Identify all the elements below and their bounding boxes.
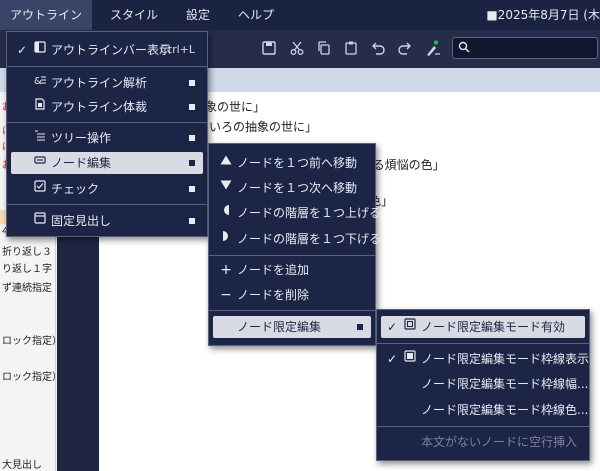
menu-item-lower-node-level[interactable]: ノードの階層を１つ下げる [213, 228, 381, 250]
outline-text: ず連続指定 [2, 283, 52, 294]
triangle-up-icon [219, 152, 233, 174]
plus-icon: + [220, 262, 232, 278]
menu-item-outline-analysis[interactable]: & アウトライン解析 [11, 72, 203, 94]
menu-item-node-limited-edit[interactable]: ノード限定編集 [213, 316, 371, 338]
outline-menu: ✓ アウトラインバー表示 Ctrl+L & アウトライン解析 アウトライン体裁 … [6, 31, 208, 237]
menu-item-move-node-down[interactable]: ノードを１つ次へ移動 [213, 177, 371, 199]
menu-item-limited-edit-mode[interactable]: ✓ ノード限定編集モード有効 [381, 316, 585, 338]
menu-item-insert-blank-line: 本文がないノードに空行挿入 [421, 435, 578, 449]
menu-item-add-node[interactable]: + ノードを追加 [213, 259, 371, 281]
proofread-icon[interactable] [424, 40, 442, 58]
menu-item-raise-node-level[interactable]: ノードの階層を１つ上げる [213, 202, 381, 224]
minus-icon: − [220, 287, 232, 303]
menu-settings[interactable]: 設定 [176, 0, 220, 30]
submenu-indicator [189, 135, 195, 141]
menu-help[interactable]: ヘルプ [228, 0, 284, 30]
submenu-indicator [357, 324, 363, 330]
menu-outline[interactable]: アウトライン [0, 0, 93, 30]
menu-item-check[interactable]: チェック [11, 178, 203, 200]
triangle-down-icon [219, 177, 233, 199]
submenu-indicator [189, 218, 195, 224]
check-icon: ✓ [386, 352, 398, 366]
menu-item-fixed-heading[interactable]: 固定見出し [11, 210, 203, 232]
mode-icon [403, 316, 417, 338]
menu-item-show-frame[interactable]: ✓ ノード限定編集モード枠線表示 [381, 348, 589, 370]
submenu-indicator [189, 104, 195, 110]
menubar: アウトライン スタイル 設定 ヘルプ ■2025年8月7日 (木 [0, 0, 600, 30]
node-edit-submenu: ノードを１つ前へ移動 ノードを１つ次へ移動 ノードの階層を１つ上げる ノードの階… [208, 143, 381, 346]
paste-icon[interactable] [342, 40, 360, 58]
redo-icon[interactable] [396, 40, 414, 58]
document-icon [33, 96, 47, 118]
checkbox-icon [33, 178, 47, 200]
search-icon [458, 41, 470, 56]
outline-text: 大見出し [2, 460, 42, 471]
outline-text: ロック指定） [2, 372, 62, 383]
copy-icon[interactable] [315, 40, 333, 58]
menu-item-delete-node[interactable]: − ノードを削除 [213, 284, 371, 306]
save-icon[interactable] [260, 40, 278, 58]
menu-style[interactable]: スタイル [100, 0, 168, 30]
undo-icon[interactable] [369, 40, 387, 58]
panel-icon [33, 39, 47, 61]
outline-text: り返し１字 [2, 264, 52, 275]
frame-icon [403, 348, 417, 370]
half-circle-left-icon [219, 202, 233, 224]
half-circle-right-icon [219, 228, 233, 250]
node-edit-icon [33, 152, 47, 174]
submenu-indicator [189, 160, 195, 166]
submenu-indicator [189, 186, 195, 192]
fixed-heading-icon [33, 210, 47, 232]
check-icon: ✓ [16, 43, 28, 57]
menu-item-outline-format[interactable]: アウトライン体裁 [11, 96, 203, 118]
outline-text: 折り返し３ [2, 247, 52, 258]
tree-icon [33, 127, 47, 149]
menu-item-node-edit[interactable]: ノード編集 [11, 152, 203, 174]
date-display: ■2025年8月7日 (木 [486, 8, 600, 22]
cut-icon[interactable] [288, 40, 306, 58]
editor-line: いろの抽象の世に」 [209, 120, 318, 134]
menu-item-tree-ops[interactable]: ツリー操作 [11, 127, 203, 149]
editor-line: 象の世に」 [205, 100, 266, 114]
svg-text:&: & [34, 76, 42, 86]
check-icon: ✓ [386, 320, 398, 334]
menu-item-move-node-up[interactable]: ノードを１つ前へ移動 [213, 152, 371, 174]
search-input[interactable] [452, 37, 598, 59]
outline-text: ロック指定） [2, 336, 62, 347]
menu-item-frame-width[interactable]: ノード限定編集モード枠線幅... [381, 373, 588, 395]
menu-item-frame-color[interactable]: ノード限定編集モード枠線色... [381, 399, 588, 421]
node-limited-edit-submenu: ✓ ノード限定編集モード有効 ✓ ノード限定編集モード枠線表示 ノード限定編集モ… [376, 309, 590, 461]
submenu-indicator [189, 80, 195, 86]
analyze-icon: & [33, 72, 47, 94]
menu-item-outline-bar[interactable]: ✓ アウトラインバー表示 Ctrl+L [11, 39, 203, 61]
